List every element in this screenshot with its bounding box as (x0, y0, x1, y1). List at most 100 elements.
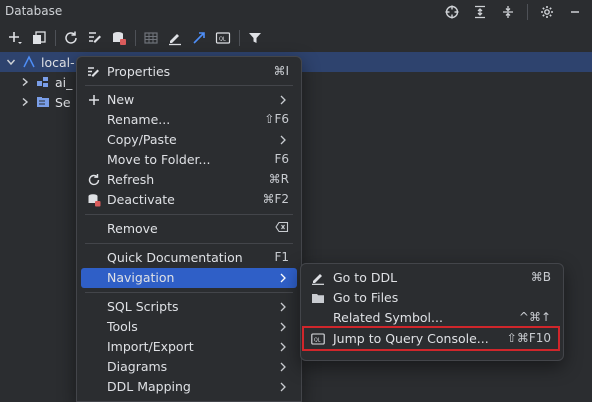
header-actions (443, 3, 584, 21)
folder-objects-icon (37, 97, 49, 107)
filter-icon[interactable] (246, 29, 264, 47)
schema-icon (37, 77, 48, 87)
refresh-icon (87, 173, 101, 187)
plus-icon (87, 93, 101, 107)
tree-item-label: ai_ (55, 74, 73, 90)
tree-item-label: local- (41, 54, 75, 70)
toolbar-separator (135, 30, 136, 46)
query-console-icon[interactable]: QL (214, 29, 232, 47)
tool-window-header: Database (0, 0, 592, 24)
menu-item-label: Import/Export (107, 339, 194, 354)
menu-separator (85, 292, 293, 293)
edit-ddl-icon (311, 271, 325, 285)
properties-icon[interactable] (86, 29, 104, 47)
menu-item-shortcut: ⌘I (273, 64, 289, 78)
menu-item-shortcut: ⌘F2 (262, 192, 289, 206)
submenu-item-related-symbol[interactable]: Related Symbol... ^⌘↑ (305, 308, 559, 328)
menu-item-label: Tools (107, 319, 138, 334)
svg-text:QL: QL (314, 338, 321, 344)
menu-separator (85, 85, 293, 86)
chevron-right-icon (280, 322, 286, 332)
menu-item-properties[interactable]: Properties ⌘I (81, 62, 297, 82)
properties-icon (87, 65, 101, 79)
chevron-right-icon (280, 382, 286, 392)
expand-all-icon[interactable] (471, 3, 489, 21)
menu-item-label: Quick Documentation (107, 250, 243, 265)
deactivate-icon (87, 193, 101, 207)
menu-item-navigation[interactable]: Navigation (81, 268, 297, 288)
datasource-icon (23, 55, 35, 68)
menu-item-copy-paste[interactable]: Copy/Paste (81, 130, 297, 150)
table-icon[interactable] (142, 29, 160, 47)
duplicate-icon[interactable] (30, 29, 48, 47)
menu-item-rename[interactable]: Rename... ⇧F6 (81, 110, 297, 130)
submenu-item-label: Go to DDL (333, 270, 398, 285)
query-console-icon: QL (311, 332, 325, 346)
submenu-item-label: Jump to Query Console... (333, 331, 489, 346)
menu-item-label: Diagrams (107, 359, 168, 374)
database-toolbar: QL (0, 26, 592, 50)
delete-key-icon (275, 221, 289, 236)
tree-item-label: Se (55, 94, 71, 110)
add-icon[interactable] (6, 29, 24, 47)
menu-item-label: Remove (107, 221, 158, 236)
chevron-right-icon (280, 135, 286, 145)
submenu-item-shortcut: ⌘B (530, 270, 551, 284)
menu-item-sql-scripts[interactable]: SQL Scripts (81, 297, 297, 317)
submenu-item-go-to-files[interactable]: Go to Files (305, 288, 559, 308)
edit-icon[interactable] (166, 29, 184, 47)
menu-item-label: Rename... (107, 112, 171, 127)
chevron-down-icon[interactable] (6, 57, 16, 67)
refresh-icon[interactable] (62, 29, 80, 47)
context-menu: Properties ⌘I New Rename... ⇧F6 Copy/Pas… (76, 56, 302, 402)
chevron-right-icon (280, 302, 286, 312)
chevron-right-icon (280, 342, 286, 352)
menu-item-tools[interactable]: Tools (81, 317, 297, 337)
chevron-right-icon (280, 95, 286, 105)
folder-icon (311, 291, 325, 305)
menu-item-label: Navigation (107, 270, 175, 285)
menu-item-shortcut: ⇧F6 (264, 112, 289, 126)
toolbar-separator (239, 30, 240, 46)
header-separator (527, 4, 528, 20)
menu-item-refresh[interactable]: Refresh ⌘R (81, 170, 297, 190)
crosshair-icon[interactable] (443, 3, 461, 21)
toolbar-separator (55, 30, 56, 46)
menu-item-quick-documentation[interactable]: Quick Documentation F1 (81, 248, 297, 268)
deactivate-icon[interactable] (110, 29, 128, 47)
navigation-submenu: Go to DDL ⌘B Go to Files Related Symbol.… (300, 263, 564, 361)
chevron-right-icon[interactable] (20, 97, 30, 107)
minimize-icon[interactable] (566, 3, 584, 21)
menu-item-remove[interactable]: Remove (81, 219, 297, 239)
menu-item-label: Refresh (107, 172, 155, 187)
collapse-all-icon[interactable] (499, 3, 517, 21)
menu-item-import-export[interactable]: Import/Export (81, 337, 297, 357)
submenu-item-label: Related Symbol... (333, 310, 443, 325)
submenu-item-jump-to-query-console[interactable]: QL Jump to Query Console... ⇧⌘F10 (305, 329, 559, 349)
menu-item-label: Properties (107, 64, 171, 79)
menu-item-label: Deactivate (107, 192, 175, 207)
gear-icon[interactable] (538, 3, 556, 21)
chevron-right-icon (280, 362, 286, 372)
chevron-right-icon (280, 273, 286, 283)
menu-separator (85, 243, 293, 244)
menu-item-diagrams[interactable]: Diagrams (81, 357, 297, 377)
menu-item-new[interactable]: New (81, 90, 297, 110)
menu-item-ddl-mapping[interactable]: DDL Mapping (81, 377, 297, 397)
menu-item-label: Move to Folder... (107, 152, 211, 167)
submenu-item-go-to-ddl[interactable]: Go to DDL ⌘B (305, 268, 559, 288)
menu-item-label: SQL Scripts (107, 299, 179, 314)
submenu-item-label: Go to Files (333, 290, 399, 305)
menu-item-label: DDL Mapping (107, 379, 191, 394)
submenu-item-shortcut: ^⌘↑ (518, 310, 551, 324)
tool-window-title: Database (5, 4, 63, 18)
menu-item-shortcut: F1 (274, 250, 289, 264)
menu-item-move-to-folder[interactable]: Move to Folder... F6 (81, 150, 297, 170)
menu-item-deactivate[interactable]: Deactivate ⌘F2 (81, 190, 297, 210)
menu-item-shortcut: F6 (274, 152, 289, 166)
jump-icon[interactable] (190, 29, 208, 47)
svg-text:QL: QL (219, 37, 226, 43)
submenu-item-shortcut: ⇧⌘F10 (506, 331, 551, 345)
chevron-right-icon[interactable] (20, 77, 30, 87)
menu-item-shortcut: ⌘R (268, 172, 289, 186)
